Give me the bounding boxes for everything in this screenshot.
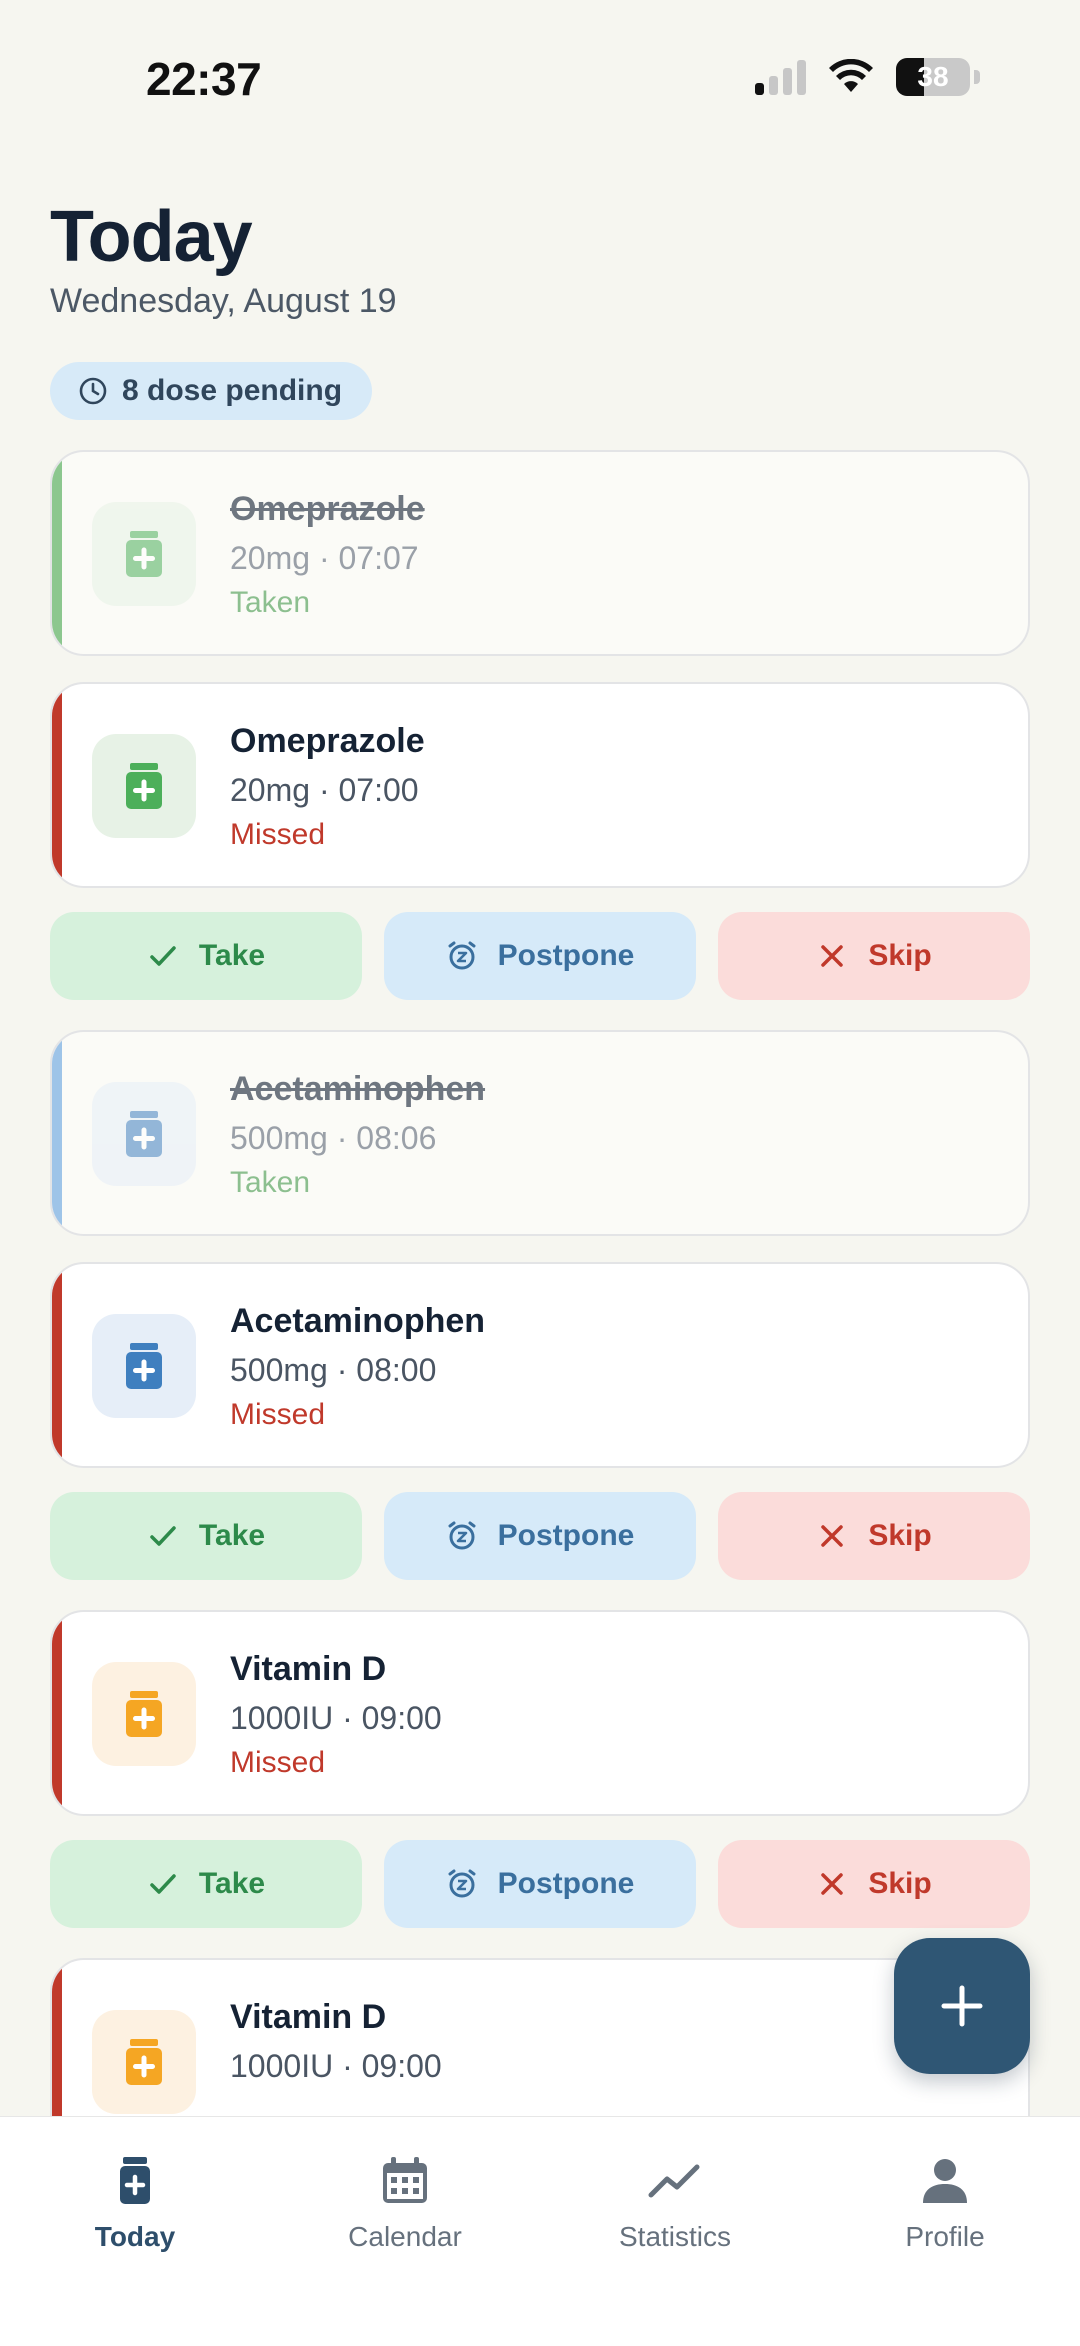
status-stripe <box>52 1032 62 1234</box>
dose-actions: Take Postpone Skip <box>50 1492 1030 1580</box>
pill-bottle-icon <box>126 1691 162 1737</box>
take-button[interactable]: Take <box>50 1492 362 1580</box>
dose-card[interactable]: Acetaminophen 500mg · 08:00 Missed <box>50 1262 1030 1468</box>
dose-time: 500mg · 08:06 <box>230 1120 437 1156</box>
cellular-signal-icon <box>755 59 806 95</box>
postpone-button[interactable]: Postpone <box>384 1492 696 1580</box>
postpone-button[interactable]: Postpone <box>384 912 696 1000</box>
take-label: Take <box>198 1519 266 1552</box>
postpone-label: Postpone <box>497 1867 635 1900</box>
dose-actions: Take Postpone Skip <box>50 1840 1030 1928</box>
status-time: 22:37 <box>146 53 262 105</box>
dose-card[interactable]: Vitamin D 1000IU · 09:00 Missed <box>50 1610 1030 1816</box>
take-label: Take <box>198 939 266 972</box>
close-icon <box>821 1525 844 1547</box>
medication-icon-box <box>92 1082 196 1186</box>
skip-label: Skip <box>868 939 932 972</box>
dose-status: Missed <box>230 818 326 851</box>
skip-button[interactable]: Skip <box>718 1840 1030 1928</box>
battery-tip <box>974 70 980 84</box>
status-icons: 38 <box>755 58 980 96</box>
battery-icon: 38 <box>896 58 970 96</box>
trend-icon <box>648 2164 700 2198</box>
medication-icon-box <box>92 1662 196 1766</box>
medication-icon-box <box>92 1314 196 1418</box>
dose-status: Missed <box>230 1746 326 1779</box>
dose-status: Taken <box>230 1166 311 1199</box>
medication-name: Vitamin D <box>230 1650 387 1688</box>
snooze-alarm-icon <box>448 1869 476 1898</box>
nav-calendar[interactable]: Calendar <box>270 2117 540 2346</box>
take-button[interactable]: Take <box>50 912 362 1000</box>
bottom-nav: Today Calendar Statistics Profile <box>0 2116 1080 2346</box>
skip-label: Skip <box>868 1867 932 1900</box>
dose-card[interactable]: Omeprazole 20mg · 07:00 Missed <box>50 682 1030 888</box>
skip-button[interactable]: Skip <box>718 1492 1030 1580</box>
dose-time: 1000IU · 09:00 <box>230 2048 442 2084</box>
dose-time: 20mg · 07:00 <box>230 772 419 808</box>
pill-bottle-icon <box>126 2039 162 2085</box>
medication-name: Omeprazole <box>230 722 425 760</box>
battery-percent: 38 <box>917 61 949 92</box>
wifi-icon <box>829 59 873 92</box>
status-stripe <box>52 1264 62 1466</box>
postpone-label: Postpone <box>497 939 635 972</box>
pill-bottle-icon <box>126 1343 162 1389</box>
nav-profile-label: Profile <box>905 2221 985 2252</box>
add-dose-button[interactable] <box>894 1938 1030 2074</box>
dose-actions: Take Postpone Skip <box>50 912 1030 1000</box>
status-stripe <box>52 684 62 886</box>
status-bar: 22:37 38 <box>0 0 1080 160</box>
skip-label: Skip <box>868 1519 932 1552</box>
postpone-label: Postpone <box>497 1519 635 1552</box>
nav-statistics[interactable]: Statistics <box>540 2117 810 2346</box>
snooze-alarm-icon <box>448 1521 476 1550</box>
page-title: Today <box>50 197 253 277</box>
plus-icon <box>941 1985 983 2027</box>
take-button[interactable]: Take <box>50 1840 362 1928</box>
status-stripe <box>52 1612 62 1814</box>
medication-icon-box <box>92 2010 196 2114</box>
take-label: Take <box>198 1867 266 1900</box>
medication-name: Omeprazole <box>230 490 425 528</box>
skip-button[interactable]: Skip <box>718 912 1030 1000</box>
medication-name: Acetaminophen <box>230 1070 486 1108</box>
check-icon <box>150 1526 176 1546</box>
postpone-button[interactable]: Postpone <box>384 1840 696 1928</box>
medication-icon-box <box>92 502 196 606</box>
pill-bottle-icon <box>126 531 162 577</box>
pill-bottle-icon <box>120 2157 150 2204</box>
snooze-alarm-icon <box>448 941 476 970</box>
page-date: Wednesday, August 19 <box>50 282 397 320</box>
dose-status: Missed <box>230 1398 326 1431</box>
person-icon <box>923 2159 967 2203</box>
close-icon <box>821 1873 844 1895</box>
dose-status: Taken <box>230 586 311 619</box>
dose-time: 20mg · 07:07 <box>230 540 419 576</box>
medication-name: Acetaminophen <box>230 1302 486 1340</box>
nav-today[interactable]: Today <box>0 2117 270 2346</box>
dose-list: Omeprazole 20mg · 07:07 Taken Omeprazole 20m… <box>50 450 1030 2190</box>
dose-card[interactable]: Acetaminophen 500mg · 08:06 Taken <box>50 1030 1030 1236</box>
check-icon <box>150 946 176 966</box>
close-icon <box>821 945 844 967</box>
dose-time: 500mg · 08:00 <box>230 1352 437 1388</box>
dose-card[interactable]: Omeprazole 20mg · 07:07 Taken <box>50 450 1030 656</box>
pill-bottle-icon <box>126 1111 162 1157</box>
clock-icon <box>79 377 107 405</box>
pending-badge-label: 8 dose pending <box>122 374 343 407</box>
nav-today-label: Today <box>94 2221 176 2252</box>
pill-bottle-icon <box>126 763 162 809</box>
nav-profile[interactable]: Profile <box>810 2117 1080 2346</box>
nav-statistics-label: Statistics <box>618 2221 732 2252</box>
dose-time: 1000IU · 09:00 <box>230 1700 442 1736</box>
pending-badge: 8 dose pending <box>50 362 373 420</box>
calendar-icon <box>383 2157 427 2203</box>
medication-name: Vitamin D <box>230 1998 387 2036</box>
nav-calendar-label: Calendar <box>348 2221 462 2252</box>
status-stripe <box>52 452 62 654</box>
medication-icon-box <box>92 734 196 838</box>
check-icon <box>150 1874 176 1894</box>
